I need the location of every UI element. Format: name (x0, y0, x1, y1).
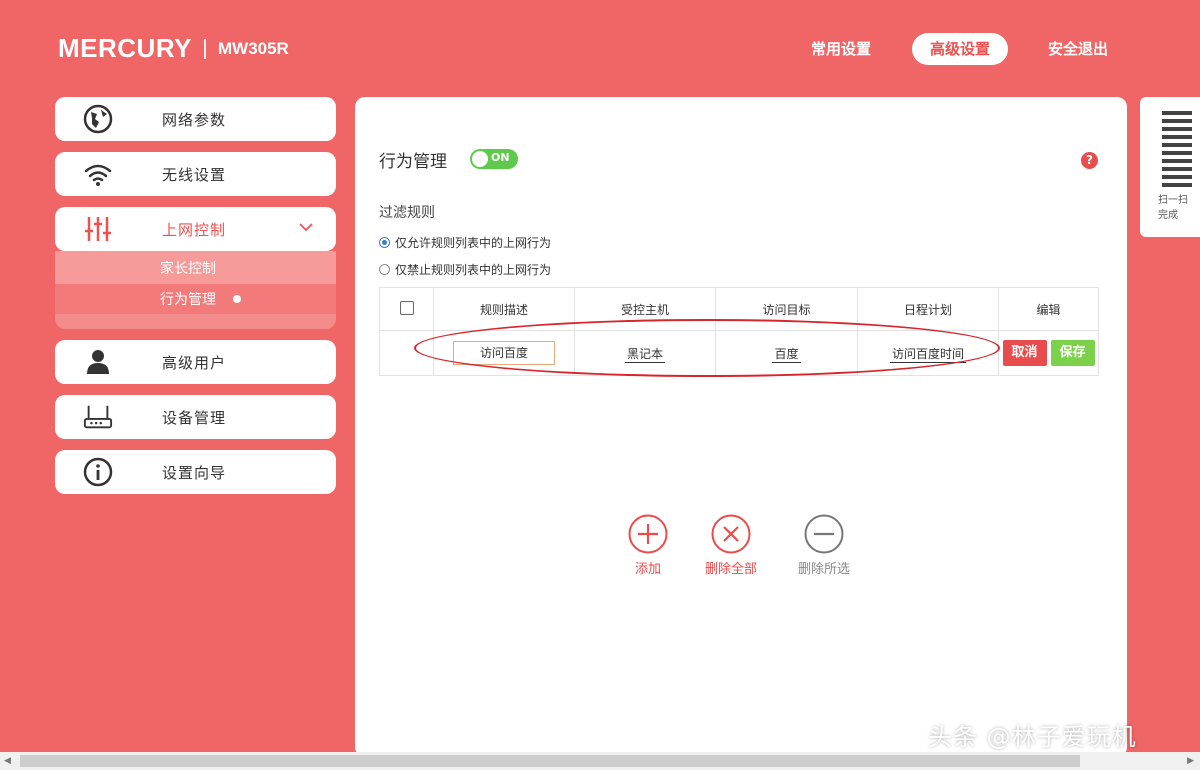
minus-circle-icon (804, 514, 844, 554)
table-row: 访问百度 黑记本 百度 访问百度时间 取消 保存 (379, 330, 1099, 376)
page-title: 行为管理 (379, 152, 447, 172)
info-icon (83, 457, 113, 487)
column-header: 受控主机 (574, 287, 716, 331)
qr-text: 扫一扫 完成 (1158, 195, 1188, 221)
table-header-row: 规则描述 受控主机 访问目标 日程计划 编辑 (379, 287, 1099, 331)
column-header: 编辑 (998, 287, 1099, 331)
save-button[interactable]: 保存 (1050, 340, 1095, 366)
schedule-link[interactable]: 访问百度时间 (889, 346, 966, 363)
x-circle-icon (711, 514, 751, 554)
top-nav: 常用设置 高级设置 安全退出 (0, 33, 1200, 65)
nav-common-settings[interactable]: 常用设置 (800, 33, 882, 65)
delete-selected-button[interactable]: 删除所选 (779, 514, 869, 577)
radio-allow-option[interactable]: 仅允许规则列表中的上网行为 (379, 234, 551, 251)
sidebar-item-device-mgmt[interactable]: 设备管理 (55, 395, 336, 439)
radio-block-label: 仅禁止规则列表中的上网行为 (395, 263, 552, 277)
chevron-down-icon (298, 219, 314, 239)
sidebar: 网络参数 无线设置 上网控制 家长控制 行为管理 高级用户 设备管理 设置向导 (55, 97, 336, 505)
qr-code-icon (1162, 109, 1192, 187)
horizontal-scrollbar[interactable]: ◀ ▶ (0, 752, 1200, 770)
host-link[interactable]: 黑记本 (624, 346, 665, 363)
router-icon (83, 403, 113, 431)
edit-cell: 取消 保存 (998, 330, 1099, 376)
sidebar-item-label: 上网控制 (162, 220, 227, 239)
radio-allow-label: 仅允许规则列表中的上网行为 (395, 236, 552, 250)
header: MERCURY MW305R 常用设置 高级设置 安全退出 (0, 0, 1200, 96)
sidebar-item-label: 设置向导 (162, 463, 227, 482)
radio-block[interactable] (379, 264, 390, 275)
sidebar-item-setup-wizard[interactable]: 设置向导 (55, 450, 336, 494)
add-label: 添加 (634, 562, 661, 577)
host-cell: 黑记本 (574, 330, 716, 376)
submenu-item-parent-control[interactable]: 家长控制 (55, 251, 336, 284)
target-link[interactable]: 百度 (772, 346, 801, 363)
rules-table: 规则描述 受控主机 访问目标 日程计划 编辑 访问百度 黑记本 百度 访问百度时… (379, 287, 1099, 376)
nav-logout[interactable]: 安全退出 (1036, 33, 1120, 65)
delete-all-button[interactable]: 删除全部 (686, 514, 776, 577)
submenu-label: 家长控制 (160, 261, 216, 277)
column-header: 访问目标 (715, 287, 858, 331)
scrollbar-thumb[interactable] (20, 755, 1080, 767)
target-cell: 百度 (715, 330, 858, 376)
scroll-left-icon[interactable]: ◀ (4, 756, 11, 766)
row-checkbox-cell (379, 330, 434, 376)
schedule-cell: 访问百度时间 (857, 330, 999, 376)
select-all-checkbox[interactable] (399, 300, 414, 315)
desc-cell: 访问百度 (433, 330, 575, 376)
submenu-item-behavior[interactable]: 行为管理 (55, 284, 336, 314)
delete-all-label: 删除全部 (704, 562, 757, 577)
column-header: 规则描述 (433, 287, 575, 331)
qr-panel: 扫一扫 完成 (1140, 97, 1200, 237)
sidebar-item-wireless[interactable]: 无线设置 (55, 152, 336, 196)
toggle-label: ON (491, 151, 510, 164)
plus-circle-icon (628, 514, 668, 554)
main-panel: 行为管理 ON ? 过滤规则 仅允许规则列表中的上网行为 仅禁止规则列表中的上网… (355, 97, 1127, 757)
header-select-all[interactable] (379, 287, 434, 331)
toggle-knob (472, 151, 488, 167)
submenu-label: 行为管理 (160, 292, 216, 308)
sidebar-item-label: 设备管理 (162, 408, 227, 427)
delete-selected-label: 删除所选 (797, 562, 850, 577)
radio-allow[interactable] (379, 237, 390, 248)
desc-input[interactable]: 访问百度 (453, 341, 555, 365)
sliders-icon (83, 215, 113, 243)
column-header: 日程计划 (857, 287, 999, 331)
radio-block-option[interactable]: 仅禁止规则列表中的上网行为 (379, 261, 551, 278)
sidebar-item-internet-control[interactable]: 上网控制 (55, 207, 336, 251)
help-icon[interactable]: ? (1081, 152, 1098, 169)
sidebar-item-network[interactable]: 网络参数 (55, 97, 336, 141)
wifi-icon (83, 160, 113, 188)
globe-icon (83, 104, 113, 134)
nav-advanced-settings[interactable]: 高级设置 (912, 33, 1008, 65)
add-button[interactable]: 添加 (603, 514, 693, 577)
scroll-right-icon[interactable]: ▶ (1187, 756, 1194, 766)
submenu-internet-control: 家长控制 行为管理 (55, 251, 336, 329)
sidebar-item-advanced-user[interactable]: 高级用户 (55, 340, 336, 384)
user-icon (83, 348, 113, 376)
watermark: 头条 @林子爱玩机 (928, 723, 1137, 751)
sidebar-item-label: 无线设置 (162, 165, 227, 184)
sidebar-item-label: 高级用户 (162, 353, 227, 372)
sidebar-item-label: 网络参数 (162, 110, 227, 129)
active-dot-icon (233, 295, 241, 303)
filter-rule-title: 过滤规则 (379, 205, 435, 221)
behavior-toggle[interactable]: ON (470, 149, 518, 169)
cancel-button[interactable]: 取消 (1002, 340, 1047, 366)
